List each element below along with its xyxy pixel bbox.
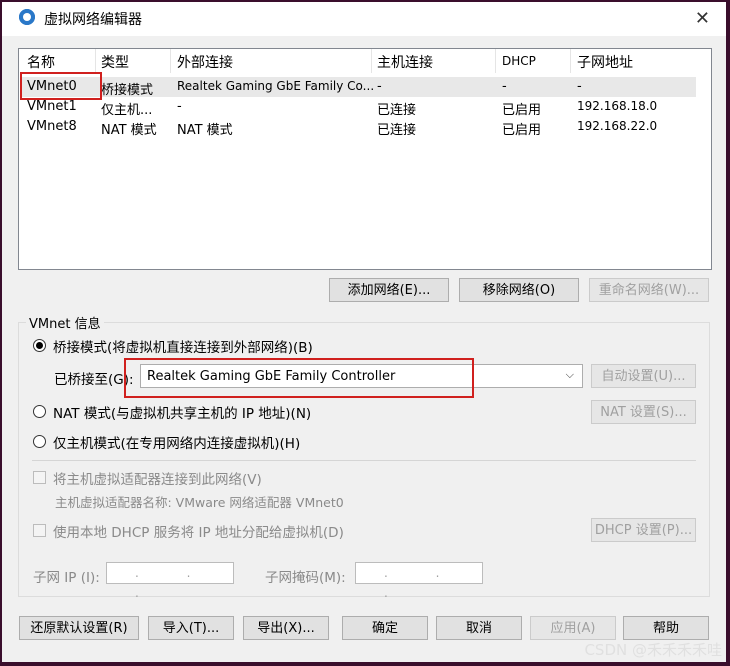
connect-adapter-label[interactable]: 将主机虚拟适配器连接到此网络(V): [53, 468, 262, 488]
subnet-mask-input[interactable]: . . .: [355, 562, 483, 600]
cell-external: Realtek Gaming GbE Family Co...: [177, 79, 375, 93]
remove-network-button[interactable]: 移除网络(O): [459, 278, 579, 302]
table-row[interactable]: VMnet8 NAT 模式 NAT 模式 已连接 已启用 192.168.22.…: [20, 117, 696, 138]
close-icon[interactable]: ✕: [695, 8, 710, 29]
cell-type: NAT 模式: [101, 123, 157, 138]
bridge-mode-label[interactable]: 桥接模式(将虚拟机直接连接到外部网络)(B): [53, 336, 313, 356]
cell-host: -: [377, 79, 382, 94]
network-list[interactable]: 名称 类型 外部连接 主机连接 DHCP 子网地址 VMnet0 桥接模式 Re…: [18, 48, 712, 270]
cell-external: NAT 模式: [177, 123, 233, 138]
host-only-label[interactable]: 仅主机模式(在专用网络内连接虚拟机)(H): [53, 432, 300, 452]
subnet-ip-label: 子网 IP (I):: [33, 570, 100, 586]
dhcp-settings-button[interactable]: DHCP 设置(P)...: [591, 518, 696, 542]
virtual-network-editor-window: 虚拟网络编辑器 ✕ 名称 类型 外部连接 主机连接 DHCP 子网地址 VMne…: [2, 2, 726, 662]
cancel-button[interactable]: 取消: [436, 616, 522, 640]
cell-name: VMnet8: [27, 119, 77, 134]
subnet-mask-label: 子网掩码(M):: [265, 570, 346, 586]
cell-subnet: 192.168.22.0: [577, 119, 658, 133]
help-button[interactable]: 帮助: [623, 616, 709, 640]
divider: [32, 460, 696, 461]
subnet-ip-input[interactable]: . . .: [106, 562, 234, 600]
import-button[interactable]: 导入(T)...: [148, 616, 234, 640]
vmnet-info-label: VMnet 信息: [26, 313, 104, 332]
export-button[interactable]: 导出(X)...: [243, 616, 329, 640]
connect-adapter-checkbox[interactable]: [33, 471, 46, 484]
window-title: 虚拟网络编辑器: [44, 12, 142, 28]
list-header: 名称 类型 外部连接 主机连接 DHCP 子网地址: [19, 49, 711, 73]
header-name[interactable]: 名称: [27, 52, 55, 72]
use-dhcp-label[interactable]: 使用本地 DHCP 服务将 IP 地址分配给虚拟机(D): [53, 521, 344, 541]
cell-name: VMnet1: [27, 99, 77, 114]
header-host[interactable]: 主机连接: [377, 52, 433, 72]
nat-settings-button[interactable]: NAT 设置(S)...: [591, 400, 696, 424]
watermark-text: CSDN @禾禾禾禾哇: [584, 641, 722, 659]
adapter-name-text: 主机虚拟适配器名称: VMware 网络适配器 VMnet0: [55, 495, 344, 510]
restore-defaults-button[interactable]: 还原默认设置(R): [19, 616, 139, 640]
add-network-button[interactable]: 添加网络(E)...: [329, 278, 449, 302]
header-type[interactable]: 类型: [101, 52, 129, 72]
cell-dhcp: 已启用: [502, 123, 542, 138]
title-bar: 虚拟网络编辑器 ✕: [2, 2, 726, 36]
cell-type: 仅主机...: [101, 103, 153, 118]
chevron-down-icon[interactable]: ⌵: [566, 368, 574, 382]
cell-host: 已连接: [377, 103, 417, 118]
cell-type: 桥接模式: [101, 83, 154, 98]
cell-dhcp: 已启用: [502, 103, 542, 118]
cell-external: -: [177, 99, 182, 114]
bridge-mode-radio[interactable]: [33, 339, 46, 352]
table-row[interactable]: VMnet1 仅主机... - 已连接 已启用 192.168.18.0: [20, 97, 696, 118]
cell-subnet: 192.168.18.0: [577, 99, 658, 113]
bridged-to-value: Realtek Gaming GbE Family Controller: [147, 369, 396, 384]
cell-host: 已连接: [377, 123, 417, 138]
cell-name: VMnet0: [27, 79, 77, 94]
ok-button[interactable]: 确定: [342, 616, 428, 640]
apply-button[interactable]: 应用(A): [530, 616, 616, 640]
host-only-radio[interactable]: [33, 435, 46, 448]
rename-network-button[interactable]: 重命名网络(W)...: [589, 278, 709, 302]
bridged-to-select[interactable]: Realtek Gaming GbE Family Controller ⌵: [140, 364, 583, 388]
header-dhcp[interactable]: DHCP: [502, 54, 536, 68]
cell-subnet: -: [577, 79, 582, 94]
header-subnet[interactable]: 子网地址: [577, 52, 633, 72]
cell-dhcp: -: [502, 79, 507, 94]
bridged-to-label: 已桥接至(G):: [54, 372, 134, 388]
header-external[interactable]: 外部连接: [177, 52, 233, 72]
nat-mode-label[interactable]: NAT 模式(与虚拟机共享主机的 IP 地址)(N): [53, 402, 311, 422]
use-dhcp-checkbox[interactable]: [33, 524, 46, 537]
table-row[interactable]: VMnet0 桥接模式 Realtek Gaming GbE Family Co…: [20, 77, 696, 98]
nat-mode-radio[interactable]: [33, 405, 46, 418]
network-globe-icon: [19, 9, 35, 25]
auto-settings-button[interactable]: 自动设置(U)...: [591, 364, 696, 388]
